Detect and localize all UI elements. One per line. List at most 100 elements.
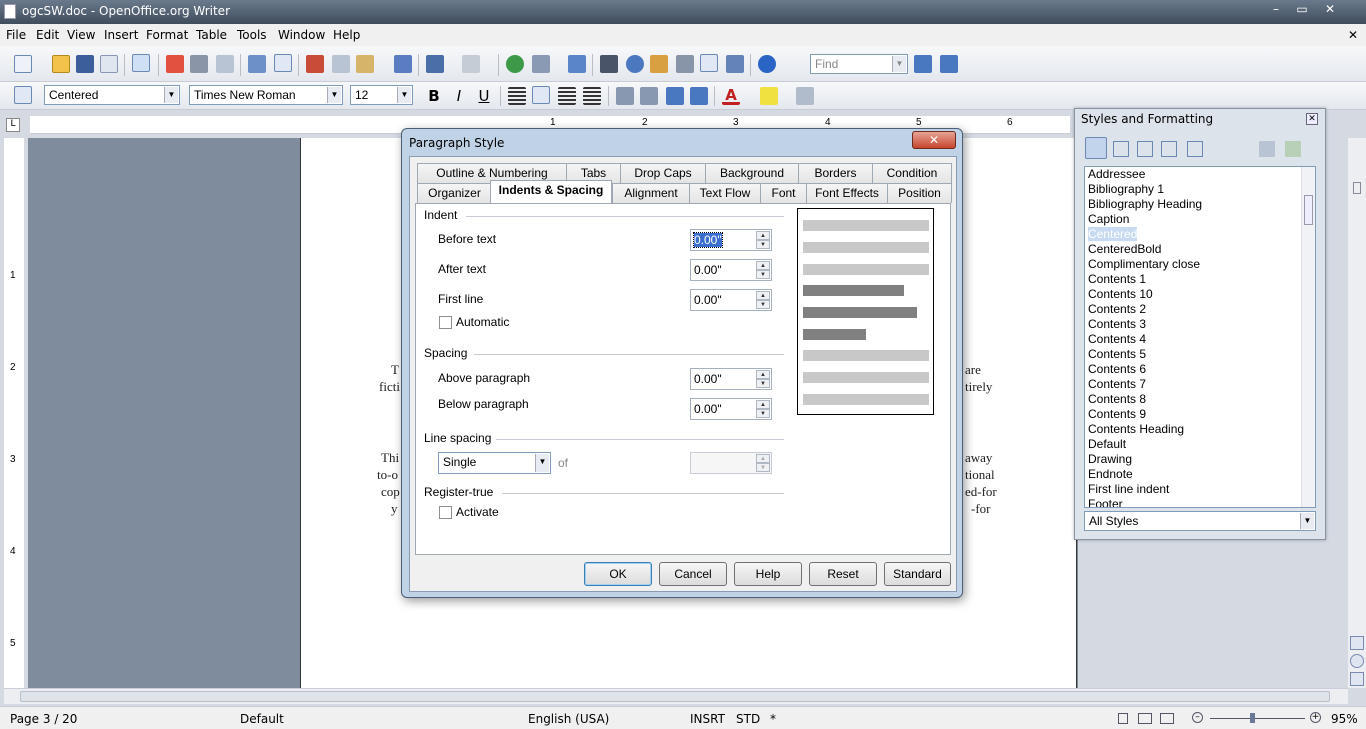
style-item[interactable]: Contents 6 <box>1088 362 1146 376</box>
new-style-from-selection-icon[interactable] <box>1285 141 1301 157</box>
tab-position[interactable]: Position <box>887 183 952 203</box>
styles-list[interactable]: Addressee Bibliography 1 Bibliography He… <box>1084 166 1316 508</box>
align-right-icon[interactable] <box>558 87 576 105</box>
page-style-indicator[interactable]: Default <box>240 712 284 726</box>
style-item[interactable]: Contents 7 <box>1088 377 1146 391</box>
scroll-thumb[interactable] <box>1353 182 1361 194</box>
page-indicator[interactable]: Page 3 / 20 <box>10 712 77 726</box>
spin-down-icon[interactable]: ▼ <box>756 270 770 279</box>
styles-list-scrollbar[interactable] <box>1301 167 1315 507</box>
spin-up-icon[interactable]: ▲ <box>756 400 770 409</box>
zoom-level[interactable]: 95% <box>1331 712 1358 726</box>
tab-organizer[interactable]: Organizer <box>417 183 492 203</box>
tab-alignment[interactable]: Alignment <box>612 183 690 203</box>
zoom-slider[interactable] <box>1210 718 1305 719</box>
reset-button[interactable]: Reset <box>809 562 877 586</box>
style-item[interactable]: Contents 10 <box>1088 287 1153 301</box>
below-paragraph-field[interactable]: 0.00" ▲ ▼ <box>690 398 772 420</box>
cancel-button[interactable]: Cancel <box>659 562 727 586</box>
style-item[interactable]: Complimentary close <box>1088 257 1200 271</box>
spin-down-icon[interactable]: ▼ <box>756 379 770 388</box>
styles-formatting-icon[interactable] <box>14 86 32 104</box>
style-item[interactable]: Footer <box>1088 497 1123 507</box>
selection-mode-indicator[interactable]: STD <box>736 712 760 726</box>
tab-drop-caps[interactable]: Drop Caps <box>620 163 706 183</box>
style-item[interactable]: Contents 2 <box>1088 302 1146 316</box>
open-folder-icon[interactable] <box>52 55 70 73</box>
spin-up-icon[interactable]: ▲ <box>756 231 770 240</box>
standard-button[interactable]: Standard <box>884 562 951 586</box>
menu-view[interactable]: View <box>67 28 95 42</box>
style-item[interactable]: Default <box>1088 437 1126 451</box>
style-item[interactable]: Bibliography 1 <box>1088 182 1164 196</box>
single-page-view-icon[interactable] <box>1118 713 1128 724</box>
frame-styles-icon[interactable] <box>1137 141 1153 157</box>
data-sources-icon[interactable] <box>676 55 694 73</box>
spin-up-icon[interactable]: ▲ <box>756 454 770 463</box>
print-icon[interactable] <box>190 55 208 73</box>
maximize-button[interactable]: ▭ <box>1290 1 1314 17</box>
increase-indent-icon[interactable] <box>690 87 708 105</box>
style-item-selected[interactable]: Centered <box>1088 227 1138 241</box>
font-color-icon[interactable]: A <box>722 87 740 105</box>
export-pdf-icon[interactable] <box>166 55 184 73</box>
style-item[interactable]: Addressee <box>1088 167 1145 181</box>
menu-table[interactable]: Table <box>196 28 227 42</box>
highlighting-icon[interactable] <box>760 87 778 105</box>
horizontal-scrollbar[interactable] <box>4 688 1348 704</box>
paste-icon[interactable] <box>356 55 374 73</box>
dialog-close-button[interactable]: ✕ <box>912 131 956 149</box>
align-left-icon[interactable] <box>508 87 526 105</box>
tab-indents-spacing[interactable]: Indents & Spacing <box>490 180 612 203</box>
list-styles-icon[interactable] <box>1187 141 1203 157</box>
italic-icon[interactable]: I <box>450 87 468 105</box>
redo-icon[interactable] <box>462 55 480 73</box>
chevron-down-icon[interactable]: ▼ <box>535 454 549 472</box>
multi-page-view-icon[interactable] <box>1138 713 1152 724</box>
save-icon[interactable] <box>76 55 94 73</box>
menu-format[interactable]: Format <box>146 28 188 42</box>
bold-icon[interactable]: B <box>425 87 443 105</box>
font-name-select[interactable]: Times New Roman ▼ <box>189 85 343 105</box>
after-text-field[interactable]: 0.00" ▲ ▼ <box>690 259 772 281</box>
underline-icon[interactable]: U <box>475 87 493 105</box>
table-icon[interactable] <box>532 55 550 73</box>
insert-mode-indicator[interactable]: INSRT <box>690 712 725 726</box>
find-next-icon[interactable] <box>914 55 932 73</box>
hyperlink-icon[interactable] <box>506 55 524 73</box>
tab-borders[interactable]: Borders <box>798 163 873 183</box>
chevron-down-icon[interactable]: ▼ <box>892 56 906 72</box>
language-indicator[interactable]: English (USA) <box>528 712 609 726</box>
tab-font-effects[interactable]: Font Effects <box>806 183 888 203</box>
chevron-down-icon[interactable]: ▼ <box>327 87 341 103</box>
before-text-field[interactable]: 0.00" ▲ ▼ <box>690 229 772 251</box>
character-styles-icon[interactable] <box>1113 141 1129 157</box>
zoom-slider-handle[interactable] <box>1250 713 1255 723</box>
autospellcheck-icon[interactable] <box>274 54 292 72</box>
chevron-down-icon[interactable]: ▼ <box>1300 513 1314 529</box>
find-replace-icon[interactable] <box>600 55 618 73</box>
navigator-icon[interactable] <box>626 55 644 73</box>
menu-help[interactable]: Help <box>333 28 360 42</box>
close-window-button[interactable]: ✕ <box>1318 1 1342 17</box>
font-size-select[interactable]: 12 ▼ <box>350 85 413 105</box>
justify-icon[interactable] <box>583 87 601 105</box>
zoom-out-icon[interactable]: – <box>1192 712 1203 723</box>
new-document-icon[interactable] <box>14 55 32 73</box>
undo-icon[interactable] <box>426 55 444 73</box>
copy-icon[interactable] <box>332 55 350 73</box>
line-spacing-select[interactable]: Single ▼ <box>438 452 551 474</box>
style-item[interactable]: Contents Heading <box>1088 422 1184 436</box>
gallery-icon[interactable] <box>650 55 668 73</box>
style-item[interactable]: Contents 1 <box>1088 272 1146 286</box>
scroll-thumb[interactable] <box>1304 195 1313 225</box>
spin-down-icon[interactable]: ▼ <box>756 409 770 418</box>
find-previous-icon[interactable] <box>940 55 958 73</box>
ok-button[interactable]: OK <box>584 562 652 586</box>
spin-up-icon[interactable]: ▲ <box>756 370 770 379</box>
first-line-field[interactable]: 0.00" ▲ ▼ <box>690 289 772 311</box>
background-color-icon[interactable] <box>796 87 814 105</box>
panel-close-icon[interactable]: ✕ <box>1306 113 1318 125</box>
style-item[interactable]: CenteredBold <box>1088 242 1161 256</box>
style-item[interactable]: Contents 5 <box>1088 347 1146 361</box>
